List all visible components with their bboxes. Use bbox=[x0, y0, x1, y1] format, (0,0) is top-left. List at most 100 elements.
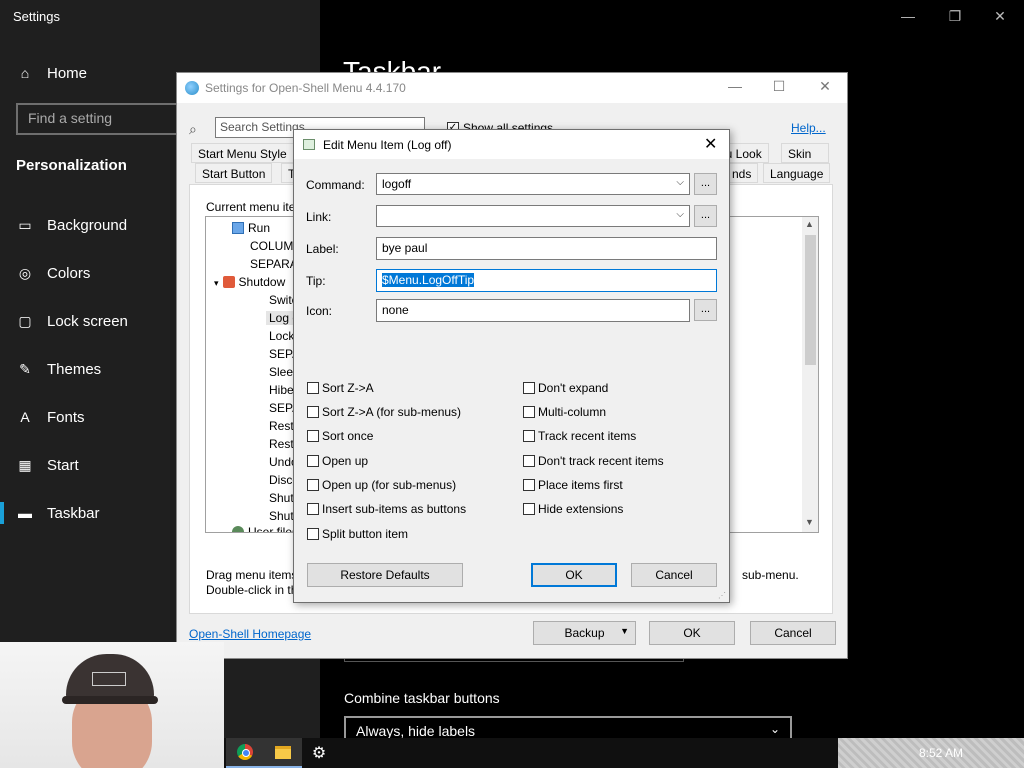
tip-input[interactable]: $Menu.LogOffTip bbox=[376, 269, 717, 292]
taskbar-icon: ▬ bbox=[18, 505, 32, 521]
tree-item-shutdown-item[interactable]: Shut bbox=[269, 509, 294, 523]
chevron-down-icon: ⌄ bbox=[769, 722, 780, 736]
close-icon[interactable]: ✕ bbox=[704, 134, 717, 154]
chevron-down-icon: ▾ bbox=[214, 278, 219, 288]
label-input[interactable]: bye paul bbox=[376, 237, 717, 260]
dont-track-recent-checkbox[interactable]: Don't track recent items bbox=[523, 454, 664, 468]
home-icon: ⌂ bbox=[20, 65, 30, 81]
tree-item-run[interactable]: Run bbox=[232, 221, 270, 235]
sort-z-a-checkbox[interactable]: Sort Z->A bbox=[307, 381, 374, 395]
tree-item-label: Shutdow bbox=[238, 275, 286, 289]
sidebar-item-label: Home bbox=[47, 64, 88, 82]
tree-item-user-files[interactable]: User files bbox=[232, 525, 298, 532]
combine-taskbar-label: Combine taskbar buttons bbox=[344, 690, 500, 706]
help-text-line: Drag menu items bbox=[206, 568, 298, 582]
tip-label: Tip: bbox=[306, 274, 326, 288]
sidebar-item-label: Background bbox=[47, 216, 128, 234]
tab-start-button[interactable]: Start Button bbox=[195, 163, 273, 183]
checkbox-label: Insert sub-items as buttons bbox=[322, 502, 467, 516]
link-combobox[interactable]: ⌵ bbox=[376, 205, 690, 227]
power-icon bbox=[222, 276, 235, 288]
browse-link-button[interactable]: ... bbox=[694, 205, 717, 227]
taskbar-chrome-button[interactable] bbox=[226, 738, 264, 768]
ok-button[interactable]: OK bbox=[649, 621, 735, 645]
tab-sounds[interactable]: nds bbox=[725, 163, 759, 183]
insert-sub-items-checkbox[interactable]: Insert sub-items as buttons bbox=[307, 502, 466, 516]
minimize-button[interactable]: — bbox=[898, 8, 918, 24]
tab-start-menu-style[interactable]: Start Menu Style bbox=[191, 143, 294, 163]
taskbar-file-explorer-button[interactable] bbox=[264, 738, 302, 768]
dont-expand-checkbox[interactable]: Don't expand bbox=[523, 381, 608, 395]
checkbox-box bbox=[523, 406, 535, 418]
sort-z-a-submenus-checkbox[interactable]: Sort Z->A (for sub-menus) bbox=[307, 405, 461, 419]
chevron-up-icon[interactable]: ▲ bbox=[805, 219, 814, 229]
checkbox-box bbox=[307, 406, 319, 418]
browse-command-button[interactable]: ... bbox=[694, 173, 717, 195]
scrollbar-thumb[interactable] bbox=[805, 235, 816, 365]
cancel-button[interactable]: Cancel bbox=[631, 563, 717, 587]
multi-column-checkbox[interactable]: Multi-column bbox=[523, 405, 606, 419]
tab-skin[interactable]: Skin bbox=[781, 143, 829, 163]
command-combobox[interactable]: logoff ⌵ bbox=[376, 173, 690, 195]
tree-scrollbar[interactable]: ▲ ▼ bbox=[802, 217, 818, 532]
checkbox-label: Place items first bbox=[538, 478, 623, 492]
tree-item-hibernate[interactable]: Hibe bbox=[269, 383, 294, 397]
user-icon bbox=[232, 526, 244, 532]
checkbox-box bbox=[523, 503, 535, 515]
icon-label: Icon: bbox=[306, 304, 333, 318]
ok-button[interactable]: OK bbox=[531, 563, 617, 587]
webcam-cap-patch bbox=[92, 672, 126, 686]
checkbox-label: Hide extensions bbox=[538, 502, 624, 516]
command-value: logoff bbox=[382, 177, 412, 191]
checkbox-box bbox=[523, 479, 535, 491]
chevron-down-icon: ⌵ bbox=[676, 209, 684, 220]
tree-item-column[interactable]: COLUM bbox=[250, 239, 293, 253]
tree-item-lock[interactable]: Lock bbox=[269, 329, 294, 343]
start-icon: ▦ bbox=[18, 456, 32, 473]
tree-item-shutdown[interactable]: ▾ Shutdow bbox=[214, 275, 285, 289]
resize-grip-icon[interactable]: ⋰ bbox=[718, 591, 726, 600]
restore-defaults-button[interactable]: Restore Defaults bbox=[307, 563, 463, 587]
restore-button[interactable]: ❐ bbox=[945, 8, 965, 25]
split-button-item-checkbox[interactable]: Split button item bbox=[307, 527, 408, 541]
sidebar-item-label: Start bbox=[47, 456, 79, 474]
taskbar-clock[interactable]: 8:52 AM bbox=[919, 746, 963, 760]
cancel-button[interactable]: Cancel bbox=[750, 621, 836, 645]
themes-icon: ✎ bbox=[19, 360, 31, 377]
sidebar-item-label: Lock screen bbox=[47, 312, 128, 330]
section-title: Personalization bbox=[16, 157, 127, 174]
place-items-first-checkbox[interactable]: Place items first bbox=[523, 478, 623, 492]
folder-icon bbox=[275, 745, 291, 759]
checkbox-label: Sort Z->A (for sub-menus) bbox=[322, 405, 462, 419]
open-up-checkbox[interactable]: Open up bbox=[307, 454, 368, 468]
track-recent-items-checkbox[interactable]: Track recent items bbox=[523, 429, 636, 443]
close-button[interactable]: ✕ bbox=[815, 78, 835, 95]
tree-item-shutdown-item[interactable]: Shut bbox=[269, 491, 294, 505]
backup-label: Backup bbox=[564, 626, 605, 640]
minimize-button[interactable]: — bbox=[725, 78, 745, 94]
combine-taskbar-value: Always, hide labels bbox=[356, 723, 476, 739]
open-up-submenus-checkbox[interactable]: Open up (for sub-menus) bbox=[307, 478, 456, 492]
help-text: Drag menu items Double-click in th bbox=[206, 568, 297, 598]
label-label: Label: bbox=[306, 242, 339, 256]
dialog-app-icon bbox=[303, 139, 315, 150]
backup-button[interactable]: Backup ▼ bbox=[533, 621, 636, 645]
browse-icon-button[interactable]: ... bbox=[694, 299, 717, 321]
taskbar-settings-button[interactable]: ⚙ bbox=[300, 738, 338, 768]
chevron-down-icon: ⌵ bbox=[676, 177, 684, 188]
hide-extensions-checkbox[interactable]: Hide extensions bbox=[523, 502, 623, 516]
help-link[interactable]: Help... bbox=[791, 121, 826, 135]
tab-language[interactable]: Language bbox=[763, 163, 831, 183]
chevron-down-icon[interactable]: ▼ bbox=[805, 517, 814, 527]
webcam-cap-brim bbox=[62, 696, 158, 704]
maximize-button[interactable]: ☐ bbox=[769, 78, 789, 95]
sidebar-item-label: Themes bbox=[47, 360, 102, 378]
open-shell-homepage-link[interactable]: Open-Shell Homepage bbox=[189, 627, 311, 641]
checkbox-box bbox=[523, 382, 535, 394]
image-icon: ▭ bbox=[18, 216, 32, 233]
sort-once-checkbox[interactable]: Sort once bbox=[307, 429, 373, 443]
icon-input[interactable]: none bbox=[376, 299, 690, 322]
close-button[interactable]: ✕ bbox=[990, 8, 1010, 25]
gear-icon: ⚙ bbox=[311, 745, 327, 762]
link-label: Link: bbox=[306, 210, 332, 224]
